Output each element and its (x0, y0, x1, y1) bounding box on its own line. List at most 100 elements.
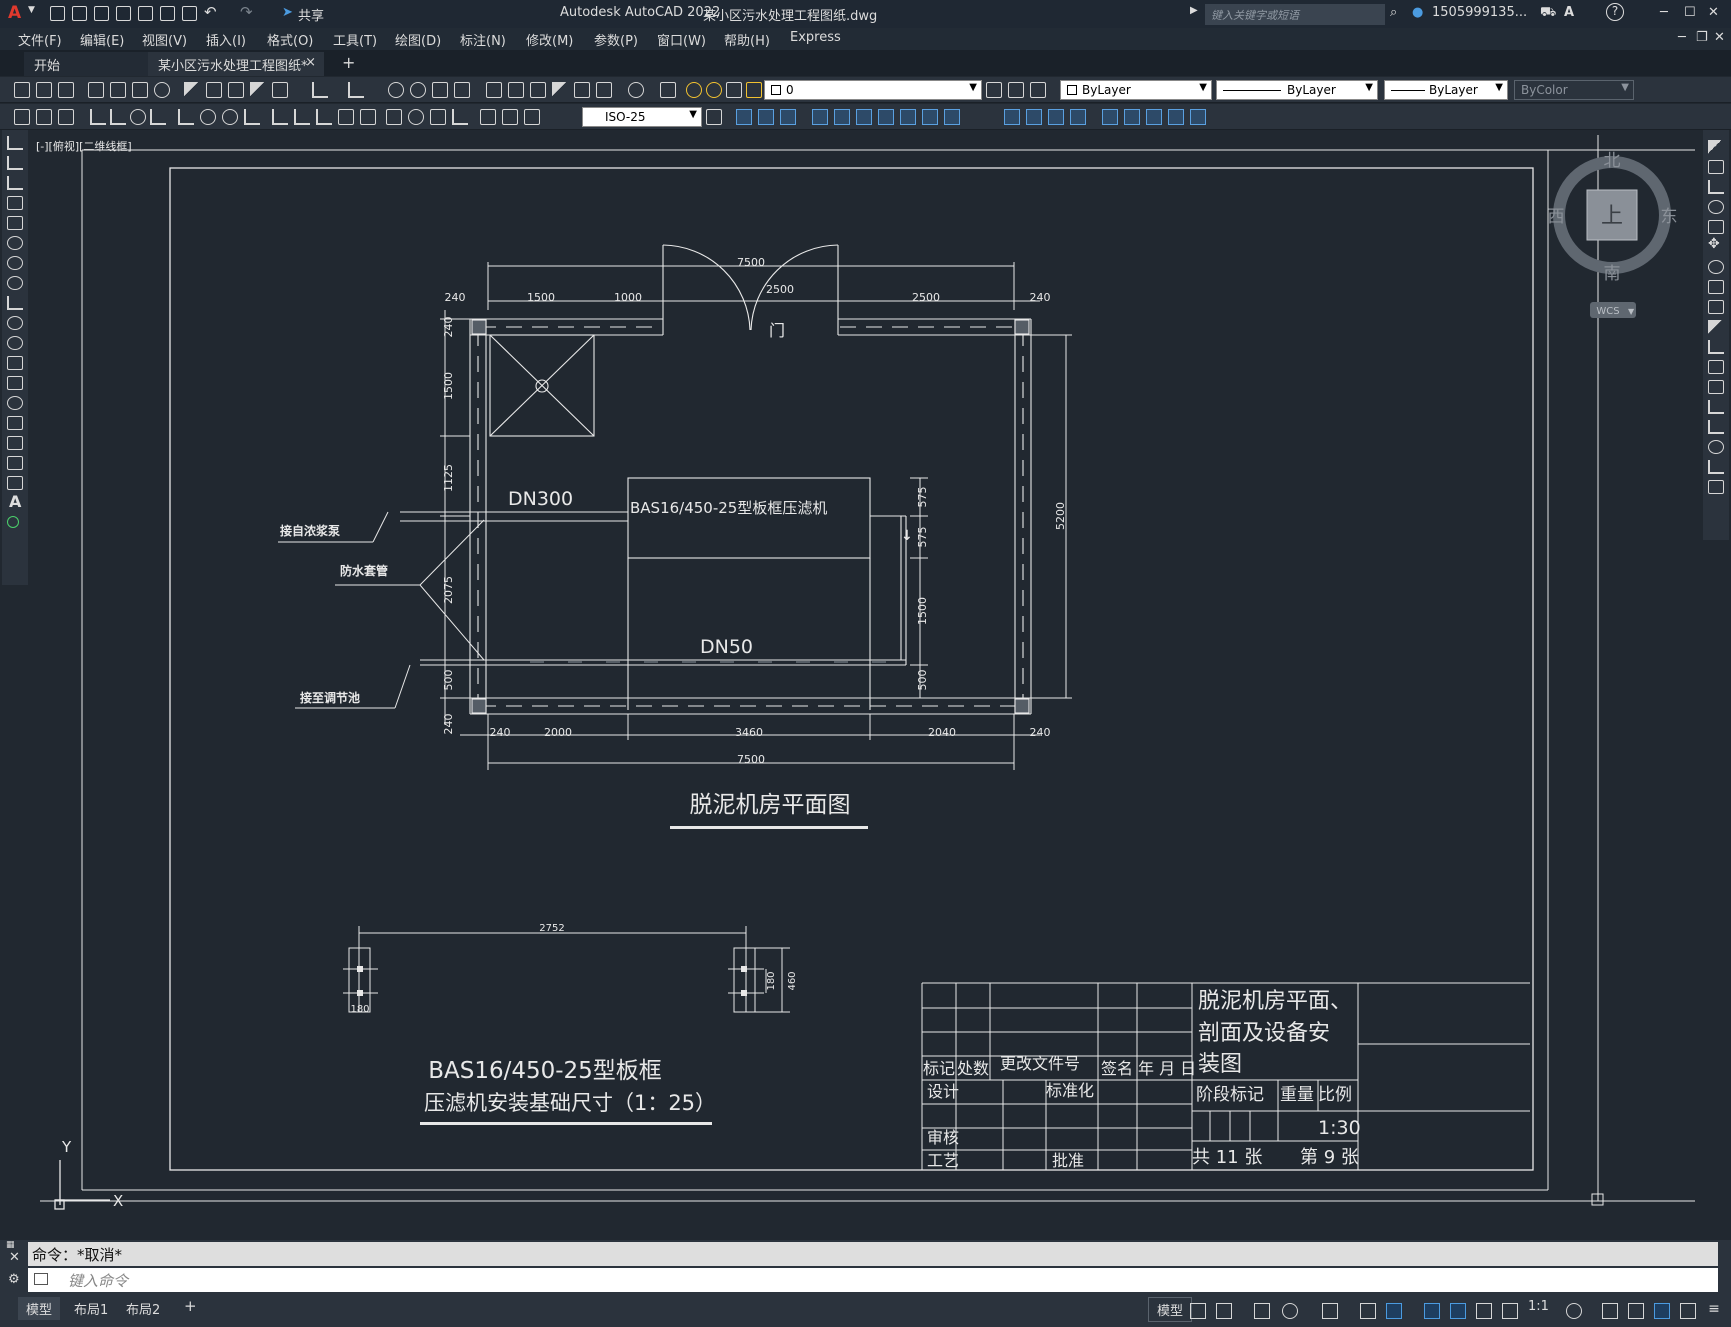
zoom-realtime-icon[interactable] (410, 82, 426, 98)
chevron-right-icon[interactable]: ▶ (1190, 5, 1198, 16)
move-icon[interactable]: ✥ (1708, 236, 1724, 252)
object-snap-icon[interactable] (1386, 1303, 1402, 1319)
inspection-icon[interactable] (430, 109, 446, 125)
menu-modify[interactable]: 修改(M) (526, 30, 573, 49)
menu-draw[interactable]: 绘图(D) (395, 30, 441, 49)
construction-line-icon[interactable] (7, 156, 23, 170)
dim-style-select[interactable]: ISO-25 ▼ (582, 107, 702, 127)
menu-express[interactable]: Express (790, 30, 841, 45)
shade-icon[interactable] (1026, 109, 1042, 125)
annotation-scale[interactable]: 1:1 (1520, 1297, 1557, 1316)
lineweight-icon[interactable] (1424, 1303, 1440, 1319)
continue-dim-icon[interactable] (316, 109, 332, 125)
dim-style-manager-icon[interactable] (706, 109, 722, 125)
undo-icon[interactable]: ↶ (204, 3, 217, 21)
chamfer-icon[interactable] (1708, 420, 1724, 434)
close-command-icon[interactable]: ✕ (9, 1250, 20, 1265)
recent-commands-icon[interactable] (34, 1273, 48, 1285)
maximize-icon[interactable]: ☐ (1684, 5, 1696, 20)
trim-icon[interactable] (1708, 320, 1724, 334)
dim-edit-icon[interactable] (480, 109, 496, 125)
attribute-icon[interactable] (58, 109, 74, 125)
hyperlink-icon[interactable] (1190, 109, 1206, 125)
block-editor-icon[interactable] (272, 82, 288, 98)
plot-icon[interactable] (88, 82, 104, 98)
linetype-select[interactable]: ByLayer ▼ (1216, 80, 1378, 100)
search-input[interactable]: 键入关键字或短语 (1205, 4, 1385, 25)
linear-dim-icon[interactable] (90, 109, 106, 125)
command-input[interactable]: 键入命令 (28, 1268, 1718, 1292)
menu-window[interactable]: 窗口(W) (657, 30, 706, 49)
dim-text-edit-icon[interactable] (502, 109, 518, 125)
close-icon[interactable]: ✕ (1708, 5, 1719, 20)
mirror-icon[interactable] (1708, 180, 1724, 194)
workspace-gear-icon[interactable] (1566, 1303, 1582, 1319)
tab-layout1[interactable]: 布局1 (66, 1297, 116, 1320)
viewcube-east[interactable]: 东 (1661, 207, 1678, 227)
dim-space-icon[interactable] (338, 109, 354, 125)
region-icon[interactable] (7, 456, 23, 470)
cart-icon[interactable]: ⛟ (1540, 5, 1556, 22)
zoom-window-icon[interactable] (432, 82, 448, 98)
jogged-dim-icon[interactable] (244, 109, 260, 125)
ucs-icon[interactable] (812, 109, 828, 125)
rectangle-icon[interactable] (7, 216, 23, 230)
open-web-icon[interactable] (138, 6, 153, 21)
properties-icon[interactable] (486, 82, 502, 98)
send-back-icon[interactable] (758, 109, 774, 125)
break-point-icon[interactable] (1708, 360, 1724, 374)
break-icon[interactable] (1708, 380, 1724, 394)
ordinate-dim-icon[interactable] (150, 109, 166, 125)
annotation-visibility-icon[interactable] (1502, 1303, 1518, 1319)
sheet-set-icon[interactable] (552, 82, 568, 98)
ellipse-arc-icon[interactable] (7, 336, 23, 350)
dim-update-icon[interactable] (524, 109, 540, 125)
grid-icon[interactable] (1190, 1303, 1206, 1319)
clean-screen-icon[interactable] (1680, 1303, 1696, 1319)
fillet-icon[interactable] (1708, 440, 1724, 454)
tab-start[interactable]: 开始 (24, 52, 148, 76)
save-web-icon[interactable] (160, 6, 175, 21)
add-layout-button[interactable]: + (176, 1297, 205, 1317)
autodesk-a360-icon[interactable]: A (1564, 5, 1574, 20)
viewcube-north[interactable]: 北 (1604, 151, 1621, 171)
image-icon[interactable] (1146, 109, 1162, 125)
3d-print-icon[interactable] (154, 82, 170, 98)
open-icon[interactable] (36, 82, 52, 98)
circle-icon[interactable] (7, 256, 23, 270)
join-icon[interactable] (1708, 400, 1724, 414)
make-block-icon[interactable] (7, 376, 23, 390)
radius-dim-icon[interactable] (200, 109, 216, 125)
offset-icon[interactable] (1708, 200, 1724, 214)
plotstyle-select[interactable]: ByColor ▼ (1514, 80, 1634, 100)
lineweight-select[interactable]: ByLayer ▼ (1384, 80, 1508, 100)
center-mark-icon[interactable] (408, 109, 424, 125)
markup-icon[interactable] (574, 82, 590, 98)
save-icon[interactable] (58, 82, 74, 98)
layer-lock-icon[interactable] (746, 82, 762, 98)
line-icon[interactable] (7, 136, 23, 150)
layer-select[interactable]: 0 ▼ (764, 80, 982, 100)
ucs-object-icon[interactable] (900, 109, 916, 125)
layer-viewport-icon[interactable] (726, 82, 742, 98)
minimize-icon[interactable]: ─ (1660, 5, 1668, 20)
aligned-dim-icon[interactable] (110, 109, 126, 125)
revision-cloud-icon[interactable] (7, 276, 23, 290)
block-icon[interactable] (36, 109, 52, 125)
tab-model[interactable]: 模型 (18, 1297, 61, 1320)
snap-icon[interactable] (1216, 1303, 1232, 1319)
layer-on-icon[interactable] (686, 82, 702, 98)
undo-tool-icon[interactable] (312, 82, 328, 98)
match-properties-icon[interactable] (250, 82, 266, 98)
polygon-icon[interactable] (7, 196, 23, 210)
doc-close-icon[interactable]: ✕ (1714, 30, 1725, 45)
add-selected-icon[interactable] (7, 516, 19, 528)
save-as-icon[interactable] (116, 6, 131, 21)
help-tool-icon[interactable] (628, 82, 644, 98)
zoom-previous-icon[interactable] (454, 82, 470, 98)
transparency-icon[interactable] (1450, 1303, 1466, 1319)
add-icon[interactable] (1602, 1303, 1618, 1319)
drawing-viewport[interactable]: 7500 240 1500 1000 2500 2500 240 240 150… (30, 130, 1695, 1230)
stretch-icon[interactable] (1708, 300, 1724, 314)
ole-icon[interactable] (1168, 109, 1184, 125)
